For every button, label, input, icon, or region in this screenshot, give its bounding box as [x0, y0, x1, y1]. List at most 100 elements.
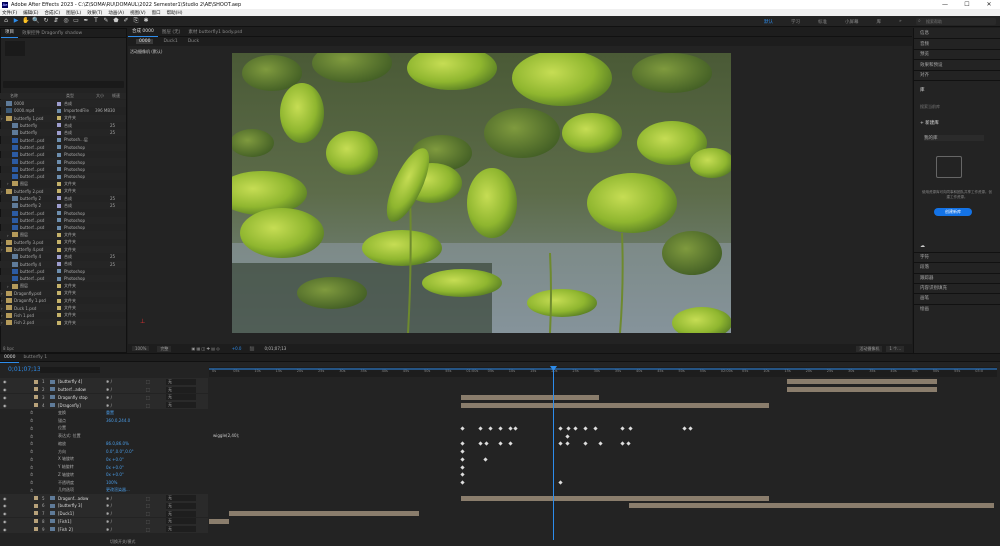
workspace-tab[interactable]: 标准 [818, 19, 827, 25]
label-swatch[interactable] [57, 305, 61, 310]
layer-label-color[interactable] [34, 402, 38, 407]
timeline-tab[interactable]: butterfly 1 [19, 353, 51, 362]
tool-icon[interactable]: 🔍 [32, 17, 40, 25]
layer-row[interactable]: ◉ 2 butterf...adow ✱ / ⬚ 无 [0, 385, 208, 394]
folder-disclosure-icon[interactable]: › [7, 233, 9, 238]
layer-row[interactable]: ◉ 4 [Dragonfly] ✱ / ⬚ 无 [0, 401, 208, 409]
views-select[interactable]: 1 个... [886, 345, 904, 352]
layer-track[interactable] [209, 525, 997, 533]
cloud-icon[interactable]: ☁ [920, 243, 925, 249]
project-item[interactable]: butterf...psd Photoshop [0, 166, 126, 173]
keyframe-icon[interactable] [558, 426, 563, 431]
layer-switches[interactable]: ✱ / [106, 395, 112, 400]
col-size[interactable]: 大小 [96, 93, 104, 99]
parent-select[interactable]: 无 [166, 386, 196, 393]
panel-item[interactable]: 画笔 [920, 295, 929, 301]
layer-label-color[interactable] [34, 526, 38, 531]
playhead[interactable] [553, 368, 554, 540]
project-tab[interactable]: 效果控件 Dragonfly shadow [18, 29, 86, 38]
property-track[interactable] [209, 456, 997, 464]
property-value[interactable]: 0x +0.0° [106, 457, 124, 462]
label-swatch[interactable] [57, 211, 61, 215]
property-link[interactable]: 重置 [106, 410, 114, 416]
keyframe-icon[interactable] [682, 426, 687, 431]
parent-select[interactable]: 无 [166, 510, 196, 517]
layer-name[interactable]: Dragonf...adow [58, 496, 88, 501]
label-swatch[interactable] [57, 159, 61, 164]
layer-fx-switch[interactable]: / [111, 519, 112, 524]
tool-icon[interactable]: ▶ [12, 17, 20, 25]
label-swatch[interactable] [57, 145, 61, 150]
panel-item[interactable]: 字符 [920, 254, 929, 260]
camera-select[interactable]: 活动摄像机 [856, 345, 883, 352]
layer-label-color[interactable] [34, 395, 38, 399]
workspace-more-icon[interactable]: » [899, 19, 902, 24]
keyframe-icon[interactable] [478, 426, 483, 431]
viewer-timecode[interactable]: 0;01;07;13 [264, 346, 286, 351]
layer-switches[interactable]: ✱ / [106, 503, 112, 508]
label-swatch[interactable] [57, 291, 61, 296]
property-track[interactable] [209, 440, 997, 448]
work-area-bar[interactable] [209, 368, 997, 370]
layer-switches[interactable]: ✱ / [106, 387, 112, 392]
new-library-button[interactable]: + 新建库 [920, 120, 939, 126]
project-item[interactable]: butterf...psd Photoshop [0, 151, 126, 158]
label-swatch[interactable] [57, 167, 61, 172]
layer-fx-switch[interactable]: / [111, 503, 112, 508]
layer-switches[interactable]: ✱ / [106, 403, 112, 408]
keyframe-icon[interactable] [573, 426, 578, 431]
workspace-tab[interactable]: 库 [877, 19, 882, 25]
label-swatch[interactable] [57, 196, 61, 201]
keyframe-icon[interactable] [566, 426, 571, 431]
label-swatch[interactable] [57, 123, 61, 128]
project-tab[interactable]: 项目 [1, 28, 18, 38]
project-item[interactable]: butterf...psd Photosh...层 [0, 137, 126, 144]
stopwatch-icon[interactable]: ⏱ [30, 488, 33, 493]
visibility-icon[interactable]: ◉ [3, 496, 7, 501]
property-value[interactable]: 0x +0.0° [106, 465, 124, 470]
label-swatch[interactable] [57, 276, 61, 281]
property-track[interactable] [209, 479, 997, 487]
project-item[interactable]: › butterfly 4.psd 文件夹 [0, 246, 126, 254]
stopwatch-icon[interactable]: ⏱ [30, 457, 33, 462]
menu-item[interactable]: 帮助(H) [167, 10, 183, 16]
parent-select[interactable]: 无 [166, 495, 196, 502]
col-framerate[interactable]: 帧速 [112, 93, 120, 99]
label-swatch[interactable] [57, 174, 61, 179]
layer-name[interactable]: [Fish 2] [58, 527, 73, 532]
layer-switches[interactable]: ✱ / [106, 379, 112, 384]
visibility-icon[interactable]: ◉ [3, 503, 7, 508]
panel-item[interactable]: 段落 [920, 264, 929, 270]
project-item[interactable]: 0000 合成 [0, 100, 126, 108]
tool-icon[interactable]: ⌂ [2, 17, 10, 25]
tool-icon[interactable]: ✎ [102, 17, 110, 25]
label-swatch[interactable] [57, 189, 61, 194]
keyframe-icon[interactable] [488, 426, 493, 431]
label-swatch[interactable] [57, 181, 61, 186]
layer-fx-switch[interactable]: / [111, 496, 112, 501]
label-swatch[interactable] [57, 152, 61, 157]
property-track[interactable] [209, 425, 997, 433]
property-track[interactable] [209, 409, 997, 417]
my-library-item[interactable]: 我的库 [924, 135, 984, 141]
tool-icon[interactable]: ▭ [72, 17, 80, 25]
project-item[interactable]: butterf...psd Photoshop [0, 173, 126, 181]
visibility-icon[interactable]: ◉ [3, 403, 7, 408]
3d-layer-icon[interactable]: ⬚ [146, 511, 150, 516]
layer-track[interactable] [209, 378, 997, 386]
panel-item[interactable]: 跟踪器 [920, 275, 934, 281]
workspace-tab[interactable]: 学习 [791, 19, 800, 25]
layer-track[interactable] [209, 510, 997, 518]
menu-item[interactable]: 图层(L) [66, 10, 81, 16]
visibility-icon[interactable]: ◉ [3, 379, 7, 384]
layer-track[interactable] [209, 386, 997, 394]
bpc-label[interactable]: 8 bpc [3, 346, 14, 351]
keyframe-icon[interactable] [598, 441, 603, 446]
stopwatch-icon[interactable]: ⏱ [30, 465, 33, 470]
layer-fx-switch[interactable]: / [111, 403, 112, 408]
panel-item[interactable]: 音频 [920, 41, 929, 47]
label-swatch[interactable] [57, 218, 61, 223]
folder-disclosure-icon[interactable]: › [1, 240, 3, 245]
folder-disclosure-icon[interactable]: › [1, 306, 3, 311]
project-item[interactable]: › butterfly 2.psd 文件夹 [0, 187, 126, 195]
